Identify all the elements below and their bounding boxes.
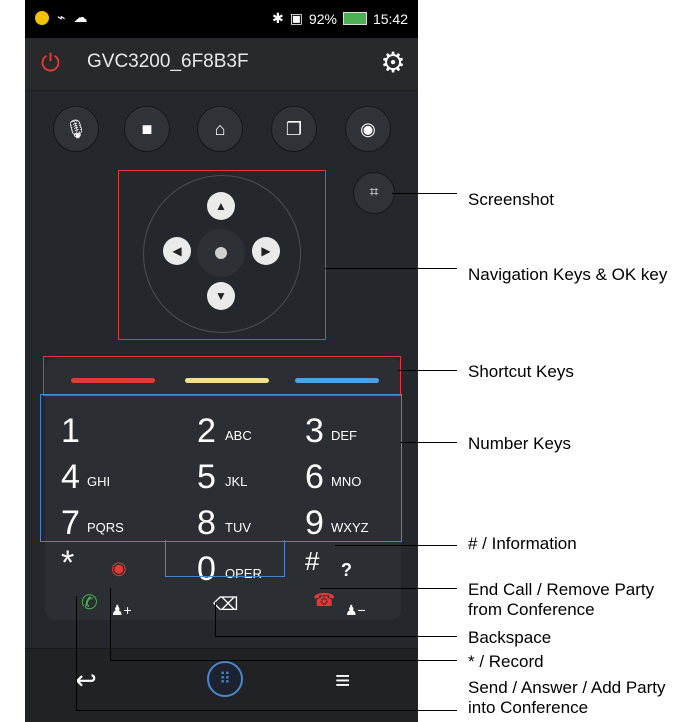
navigation-highlight: [118, 170, 326, 340]
record-button[interactable]: ◉: [345, 106, 391, 152]
remove-party-icon[interactable]: ♟−: [345, 602, 366, 619]
back-icon[interactable]: ↩: [75, 665, 97, 695]
dialpad-icon[interactable]: ⠿: [207, 661, 243, 697]
phone-screen: ⌁ ☁ ✱ ▣ 92% 15:42 ⏻ GVC3200_6F8B3F ⚙ 🎙 ■…: [25, 0, 418, 722]
key-hash[interactable]: # ?: [283, 544, 401, 586]
device-title: GVC3200_6F8B3F: [87, 51, 249, 72]
sim-icon: ▣: [289, 10, 303, 26]
callout-navigation: Navigation Keys & OK key: [468, 265, 668, 284]
mic-mute-button[interactable]: 🎙: [53, 106, 99, 152]
end-call-icon[interactable]: ☎: [313, 590, 335, 611]
menu-icon[interactable]: ≡: [335, 665, 350, 695]
clock: 15:42: [372, 10, 408, 27]
status-bar: ⌁ ☁ ✱ ▣ 92% 15:42: [25, 0, 418, 38]
mic-mute-icon: 🎙: [64, 118, 88, 139]
screenshot-button[interactable]: ⌗: [353, 172, 395, 214]
record-icon: ◉: [360, 118, 376, 139]
callout-hash: # / Information: [468, 534, 577, 553]
usb-icon: ⌁: [57, 9, 66, 25]
shortcut-highlight: [43, 356, 401, 396]
record-key-icon: ◉: [111, 558, 127, 578]
backspace-icon[interactable]: ⌫: [213, 594, 238, 615]
zero-key-highlight: [165, 540, 285, 577]
bluetooth-icon: ✱: [271, 10, 284, 26]
presentation-button[interactable]: ❐: [271, 106, 317, 152]
power-icon[interactable]: ⏻: [41, 52, 65, 76]
battery-icon: [342, 12, 367, 25]
settings-gear-icon[interactable]: ⚙: [378, 48, 408, 78]
notification-icon: [35, 10, 49, 25]
callout-end-call: End Call / Remove Party from Conference: [468, 580, 655, 619]
screenshot-icon: ⌗: [369, 184, 379, 201]
callout-send: Send / Answer / Add Party into Conferenc…: [468, 678, 666, 717]
callout-shortcut: Shortcut Keys: [468, 362, 574, 381]
camera-icon: ■: [141, 118, 153, 139]
number-keys-highlight: [40, 394, 402, 542]
callout-backspace: Backspace: [468, 628, 552, 647]
camera-button[interactable]: ■: [124, 106, 170, 152]
home-button[interactable]: ⌂: [197, 106, 243, 152]
callout-star: * / Record: [468, 652, 544, 671]
presentation-icon: ❐: [285, 118, 303, 139]
home-icon: ⌂: [214, 118, 226, 139]
callout-number: Number Keys: [468, 434, 571, 453]
app-header: ⏻ GVC3200_6F8B3F ⚙: [25, 38, 418, 91]
battery-percent: 92%: [308, 10, 337, 27]
android-icon: ☁: [73, 9, 88, 25]
callout-screenshot: Screenshot: [468, 190, 554, 209]
toolbar: 🎙 ■ ⌂ ❐ ◉: [25, 100, 418, 156]
add-party-icon[interactable]: ♟+: [111, 602, 132, 619]
key-star[interactable]: * ◉: [45, 544, 163, 586]
call-icon[interactable]: ✆: [81, 590, 98, 615]
